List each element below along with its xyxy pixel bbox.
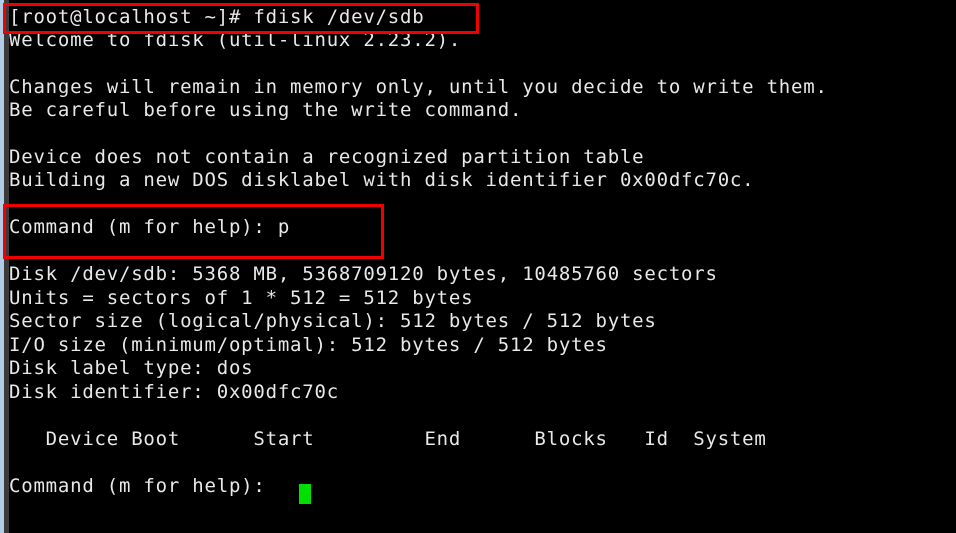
terminal-line-units: Units = sectors of 1 * 512 = 512 bytes [9, 287, 474, 309]
terminal-screen[interactable]: [root@localhost ~]# fdisk /dev/sdb Welco… [9, 0, 956, 533]
terminal-line-prompt-print: Command (m for help): p [9, 216, 291, 238]
terminal-cursor [299, 484, 311, 504]
terminal-line-warning-2: Be careful before using the write comman… [9, 99, 523, 121]
terminal-line-prompt-active: Command (m for help): [9, 475, 278, 497]
terminal-line-sector-size: Sector size (logical/physical): 512 byte… [9, 310, 657, 332]
terminal-line-warning-1: Changes will remain in memory only, unti… [9, 76, 828, 98]
terminal-window[interactable]: [root@localhost ~]# fdisk /dev/sdb Welco… [0, 0, 956, 533]
partition-table-header-row: Device Boot Start End Blocks Id System [9, 428, 767, 450]
terminal-line-disk-summary: Disk /dev/sdb: 5368 MB, 5368709120 bytes… [9, 263, 718, 285]
terminal-line-notice-2: Building a new DOS disklabel with disk i… [9, 169, 755, 191]
terminal-line-io-size: I/O size (minimum/optimal): 512 bytes / … [9, 334, 608, 356]
terminal-line-welcome: Welcome to fdisk (util-linux 2.23.2). [9, 29, 462, 51]
terminal-line-disk-identifier: Disk identifier: 0x00dfc70c [9, 381, 339, 403]
terminal-line-disk-label-type: Disk label type: dos [9, 357, 254, 379]
terminal-line-notice-1: Device does not contain a recognized par… [9, 146, 645, 168]
terminal-line-prompt-fdisk: [root@localhost ~]# fdisk /dev/sdb [9, 6, 425, 28]
